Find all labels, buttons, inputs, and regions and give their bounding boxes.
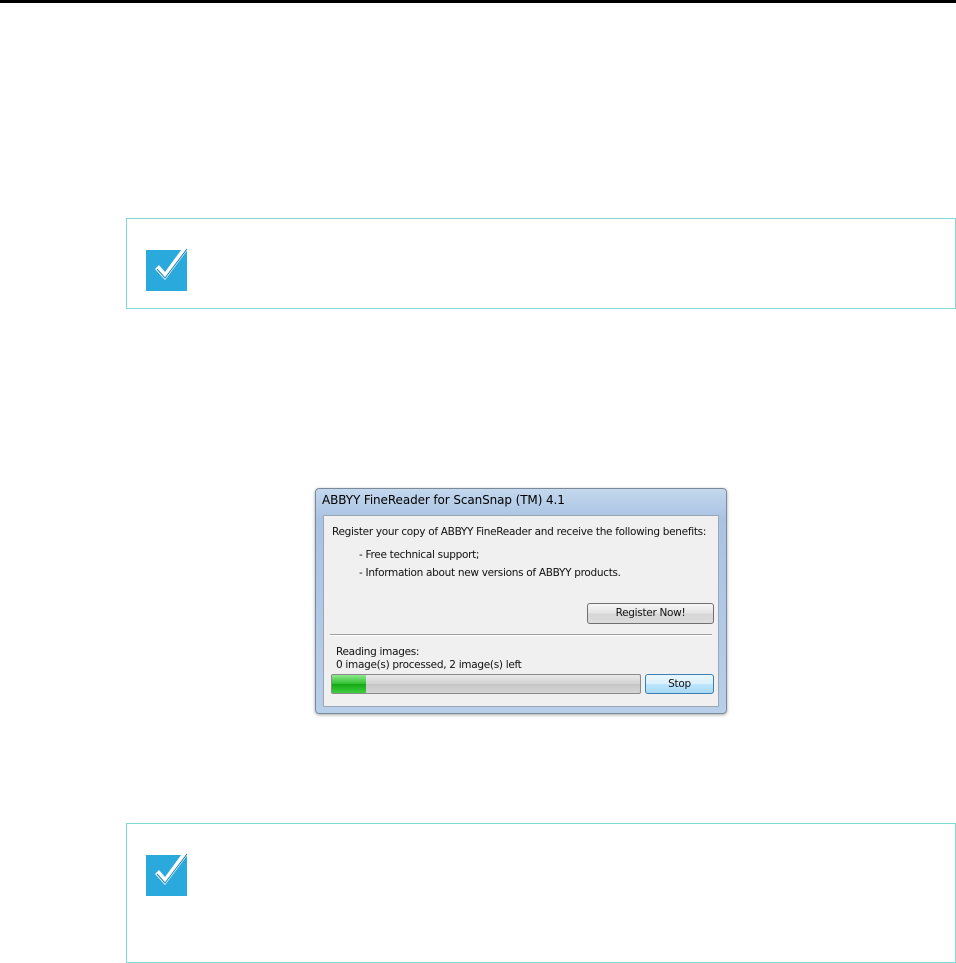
separator xyxy=(330,634,712,636)
checkmark-icon xyxy=(146,851,189,896)
progress-bar-fill xyxy=(332,675,366,693)
top-rule xyxy=(0,0,956,3)
register-intro-text: Register your copy of ABBYY FineReader a… xyxy=(332,526,707,538)
dialog-client-area: Register your copy of ABBYY FineReader a… xyxy=(323,515,719,707)
status-label: Reading images: xyxy=(336,646,420,658)
hint-box-top xyxy=(126,218,956,309)
register-now-button[interactable]: Register Now! xyxy=(587,603,714,624)
hint-box-bottom xyxy=(126,823,956,963)
benefit-item: - Information about new versions of ABBY… xyxy=(359,567,621,579)
benefit-item: - Free technical support; xyxy=(359,549,480,561)
stop-button[interactable]: Stop xyxy=(645,674,714,694)
checkmark-icon xyxy=(146,246,189,291)
abbyy-progress-dialog: ABBYY FineReader for ScanSnap (TM) 4.1 R… xyxy=(315,488,727,714)
status-detail: 0 image(s) processed, 2 image(s) left xyxy=(336,659,522,671)
dialog-title: ABBYY FineReader for ScanSnap (TM) 4.1 xyxy=(322,493,565,507)
progress-bar xyxy=(331,674,641,694)
